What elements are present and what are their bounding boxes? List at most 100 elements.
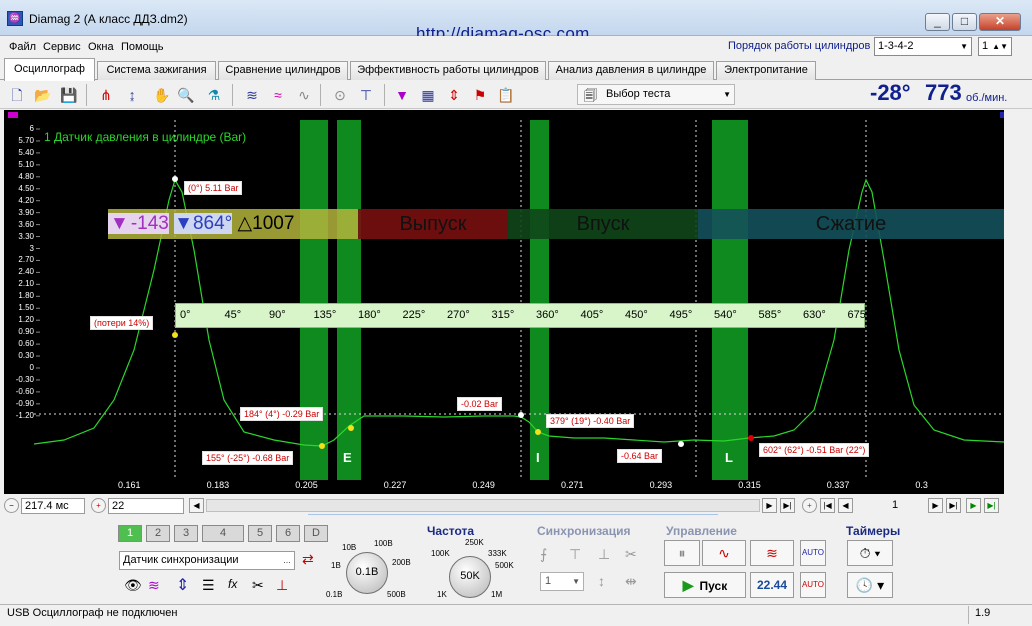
y-tick-label: 0.30 bbox=[18, 351, 34, 361]
marker-letter-e: E bbox=[343, 450, 352, 465]
sync-tool-icon[interactable]: ✂ bbox=[625, 546, 637, 563]
multi-wave-button[interactable]: ≋ bbox=[750, 540, 794, 566]
single-wave-button[interactable]: ∿ bbox=[702, 540, 746, 566]
eye-icon[interactable]: 👁 bbox=[124, 577, 142, 594]
tools-icon[interactable]: ✂ bbox=[252, 577, 264, 594]
marker-point[interactable] bbox=[518, 412, 524, 418]
minimize-button[interactable]: _ bbox=[925, 13, 950, 31]
menu-service[interactable]: Сервис bbox=[43, 41, 81, 53]
timebase-select[interactable]: 217.4 мс bbox=[21, 498, 85, 514]
open-folder-icon[interactable]: 📂 bbox=[33, 85, 53, 105]
offset-icon[interactable]: ⊥ bbox=[276, 577, 288, 594]
play-end-icon[interactable]: ▶| bbox=[984, 498, 999, 513]
channel-button-4[interactable]: 4 bbox=[202, 525, 244, 542]
zoom-in-icon[interactable]: + bbox=[91, 498, 106, 513]
save-icon[interactable]: 💾 bbox=[59, 85, 79, 105]
add-page-icon[interactable]: + bbox=[802, 498, 817, 513]
marker-point[interactable] bbox=[172, 332, 178, 338]
maximize-button[interactable]: □ bbox=[952, 13, 977, 31]
y-tick-label: 2.70 bbox=[18, 255, 34, 265]
zoom-factor-select[interactable]: 22 bbox=[108, 498, 184, 514]
zero-offset-icon[interactable]: ⊤ bbox=[356, 85, 376, 105]
marker-point[interactable] bbox=[748, 435, 754, 441]
sensor-settings-icon[interactable]: ⇄ bbox=[302, 551, 314, 568]
test-select[interactable]: 🗐 Выбор теста ▼ bbox=[577, 84, 735, 105]
grid-table-icon[interactable]: ▦ bbox=[418, 85, 438, 105]
channel-button-6[interactable]: 6 bbox=[276, 525, 300, 542]
prev-page-icon[interactable]: ◀ bbox=[838, 498, 853, 513]
sync-falling-icon[interactable]: ⊥ bbox=[598, 546, 610, 563]
amplitude-knob[interactable]: 0.1B bbox=[346, 552, 388, 594]
channel-marker-right[interactable] bbox=[1000, 112, 1004, 118]
tab-power[interactable]: Электропитание bbox=[716, 61, 816, 80]
marker-point[interactable] bbox=[348, 425, 354, 431]
zoom-icon[interactable]: 🔍 bbox=[176, 85, 196, 105]
tab-cylinder-efficiency[interactable]: Эффективность работы цилиндров bbox=[350, 61, 546, 80]
panel-splitter[interactable] bbox=[308, 514, 718, 520]
marker-point[interactable] bbox=[319, 443, 325, 449]
channel-button-1[interactable]: 1 bbox=[118, 525, 142, 542]
waveform-icon[interactable]: ≋ bbox=[148, 577, 160, 594]
menu-file[interactable]: Файл bbox=[9, 41, 36, 53]
timer-reverse-button[interactable]: 🕓 ▾ bbox=[847, 572, 893, 598]
sync-rising-icon[interactable]: ⨍ bbox=[540, 546, 547, 563]
marker-point[interactable] bbox=[172, 176, 178, 182]
menu-windows[interactable]: Окна bbox=[88, 41, 114, 53]
y-tick-label: -0.60 bbox=[15, 386, 34, 396]
flag-icon[interactable]: ⚑ bbox=[470, 85, 490, 105]
sync-edge-icon[interactable]: ⊤ bbox=[569, 546, 581, 563]
vertical-scale-icon[interactable]: ⇕ bbox=[176, 575, 189, 595]
tab-cylinder-compare[interactable]: Сравнение цилиндров bbox=[218, 61, 348, 80]
cylinder-count-spinner[interactable]: 1 ▲▼ bbox=[978, 37, 1012, 56]
start-label: Пуск bbox=[699, 579, 728, 593]
sync-position-icon[interactable]: ⇹ bbox=[625, 573, 637, 590]
sync-channel-select[interactable]: 1 ▼ bbox=[540, 572, 584, 591]
channel-button-d[interactable]: D bbox=[304, 525, 328, 542]
close-button[interactable]: ✕ bbox=[979, 13, 1021, 31]
hand-pan-icon[interactable]: ✋ bbox=[152, 85, 172, 105]
waveform-overlay-icon[interactable]: ≈ bbox=[268, 85, 288, 105]
vertical-cursor-icon[interactable]: ↨ bbox=[122, 85, 142, 105]
start-button[interactable]: ▶ Пуск bbox=[664, 572, 746, 598]
pause-button[interactable]: ⏸ bbox=[664, 540, 700, 566]
last-page-icon[interactable]: ▶| bbox=[780, 498, 795, 513]
marker-point[interactable] bbox=[535, 429, 541, 435]
lines-icon[interactable]: ☰ bbox=[202, 577, 215, 594]
auto-button[interactable]: AUTO bbox=[800, 540, 826, 566]
channel-button-3[interactable]: 3 bbox=[174, 525, 198, 542]
filter-icon[interactable]: ⚗ bbox=[204, 85, 224, 105]
horizontal-cursor-icon[interactable]: ⇕ bbox=[444, 85, 464, 105]
waveform-compress-icon[interactable]: ≋ bbox=[242, 85, 262, 105]
channel-button-5[interactable]: 5 bbox=[248, 525, 272, 542]
y-tick-label: 5.70 bbox=[18, 135, 34, 145]
scroll-right-icon[interactable]: ▶ bbox=[762, 498, 777, 513]
first-page-icon[interactable]: |◀ bbox=[820, 498, 835, 513]
auto-run-button[interactable]: AUTO bbox=[800, 572, 826, 598]
auto-icon[interactable]: ⊙ bbox=[330, 85, 350, 105]
horizontal-scrollbar[interactable] bbox=[206, 499, 760, 512]
frequency-knob[interactable]: 50K bbox=[449, 556, 491, 598]
filter-funnel-icon[interactable]: ▼ bbox=[392, 85, 412, 105]
tab-oscilloscope[interactable]: Осциллограф bbox=[4, 58, 95, 81]
tab-pressure-analysis[interactable]: Анализ давления в цилиндре bbox=[548, 61, 714, 80]
sync-level-icon[interactable]: ↕ bbox=[598, 573, 605, 589]
timer-button[interactable]: ⏱ ▾ bbox=[847, 540, 893, 566]
new-file-icon[interactable]: 🗋 bbox=[7, 85, 27, 105]
waveform-stack-icon[interactable]: ∿ bbox=[294, 85, 314, 105]
next-page-icon[interactable]: ▶ bbox=[928, 498, 943, 513]
function-icon[interactable]: fx bbox=[228, 577, 237, 591]
tab-ignition[interactable]: Система зажигания bbox=[97, 61, 216, 80]
marker-point[interactable] bbox=[678, 441, 684, 447]
marker-cursor-icon[interactable]: ⋔ bbox=[96, 85, 116, 105]
channel-button-2[interactable]: 2 bbox=[146, 525, 170, 542]
channel-marker-left[interactable] bbox=[8, 112, 18, 118]
end-page-icon[interactable]: ▶| bbox=[946, 498, 961, 513]
report-icon[interactable]: 📋 bbox=[496, 85, 516, 105]
menu-help[interactable]: Помощь bbox=[121, 41, 164, 53]
play-icon[interactable]: ▶ bbox=[966, 498, 981, 513]
oscilloscope-display[interactable]: 6 5.70 5.40 5.10 4.80 4.50 4.20 3.90 3.60 3.30 3 2.… bbox=[4, 110, 1004, 494]
zoom-out-icon[interactable]: − bbox=[4, 498, 19, 513]
cylinder-order-select[interactable]: 1-3-4-2 ▼ bbox=[874, 37, 972, 56]
scroll-left-icon[interactable]: ◀ bbox=[189, 498, 204, 513]
sensor-select[interactable]: Датчик синхронизации… bbox=[119, 551, 295, 570]
